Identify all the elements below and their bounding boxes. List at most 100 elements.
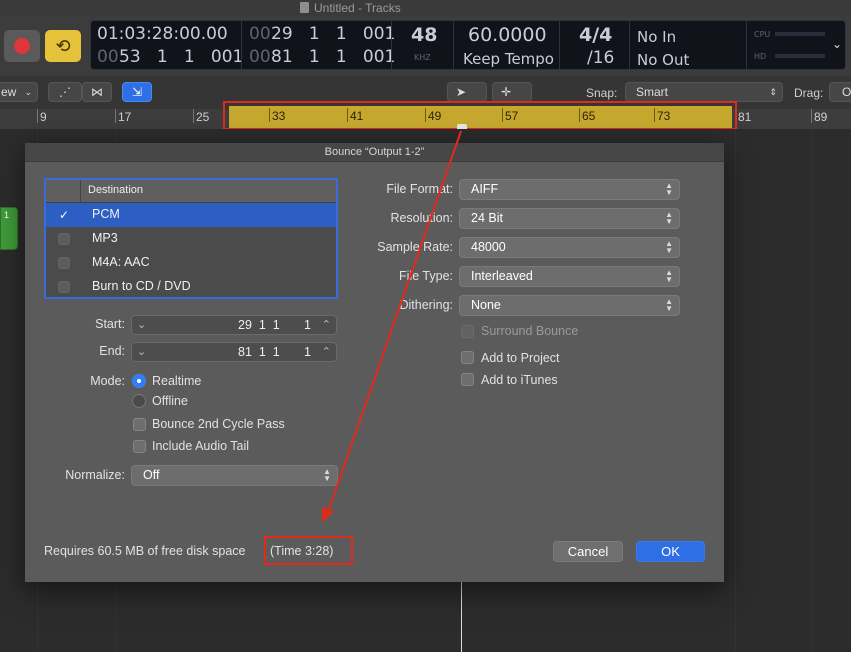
flex-icon: ⋈ — [91, 85, 103, 99]
snap-value: Smart — [636, 85, 669, 99]
ruler-tick — [115, 109, 116, 123]
destination-row-pcm[interactable]: ✓ PCM — [46, 203, 336, 227]
mode-label: Mode: — [90, 374, 125, 388]
tempo-display: 60.0000 — [468, 24, 547, 46]
offline-radio[interactable] — [132, 394, 146, 408]
dithering-select[interactable]: None ▲ ▼ — [459, 295, 680, 316]
pcm-checkbox[interactable]: ✓ — [58, 209, 70, 221]
chevron-down-icon: ⌄ — [137, 346, 147, 358]
hd-meter — [775, 54, 825, 58]
include-audio-tail-checkbox[interactable] — [133, 440, 146, 453]
cycle-icon: ⟲ — [55, 36, 71, 56]
snap-select[interactable]: Smart ⇕ — [625, 82, 783, 102]
tempo-mode: Keep Tempo — [463, 50, 554, 68]
lcd-display[interactable]: 01:03:28:00.00 00 53 1 1 001 00 29 1 1 0… — [90, 20, 846, 70]
automation-button[interactable]: ⋰ — [48, 82, 82, 102]
ruler-tick — [37, 109, 38, 123]
normalize-label: Normalize: — [65, 468, 125, 482]
file-type-select[interactable]: Interleaved ▲ ▼ — [459, 266, 680, 287]
destination-header: Destination — [46, 180, 336, 203]
sample-rate-display: 48 — [411, 24, 438, 46]
destination-name: MP3 — [92, 231, 118, 245]
drag-value: O — [842, 85, 851, 99]
file-format-label: File Format: — [386, 182, 453, 196]
bounce-2nd-cycle-checkbox[interactable] — [133, 418, 146, 431]
window-titlebar: Untitled - Tracks — [0, 0, 851, 16]
destination-row-mp3[interactable]: MP3 — [46, 227, 336, 251]
end-value: 81 1 1 1 — [238, 345, 311, 359]
sample-rate-value: 48000 — [471, 240, 506, 254]
grid-line — [735, 129, 736, 652]
time-signature: 4/4 — [579, 24, 613, 46]
disk-space-text: Requires 60.5 MB of free disk space — [44, 544, 246, 558]
destination-row-burn[interactable]: Burn to CD / DVD — [46, 275, 336, 299]
time-division: /16 — [587, 48, 615, 68]
resolution-select[interactable]: 24 Bit ▲ ▼ — [459, 208, 680, 229]
destination-row-aac[interactable]: M4A: AAC — [46, 251, 336, 275]
ok-button[interactable]: OK — [636, 541, 705, 562]
pointer-tool-menu[interactable]: ➤ — [447, 82, 487, 102]
include-audio-tail-label: Include Audio Tail — [152, 439, 250, 453]
sample-rate-select[interactable]: 48000 ▲ ▼ — [459, 237, 680, 258]
mp3-checkbox[interactable] — [58, 233, 70, 245]
destination-name: PCM — [92, 207, 120, 221]
midi-out: No Out — [637, 51, 690, 69]
chevron-down-icon: ⌄ — [137, 319, 147, 331]
position-time: 01:03:28:00.00 — [97, 24, 228, 44]
resolution-value: 24 Bit — [471, 211, 503, 225]
flex-button[interactable]: ⋈ — [82, 82, 112, 102]
realtime-radio[interactable] — [132, 374, 146, 388]
midi-in: No In — [637, 28, 677, 46]
offline-label: Offline — [152, 394, 188, 408]
normalize-value: Off — [143, 468, 160, 482]
cycle-end-prefix: 00 — [249, 47, 271, 67]
record-button[interactable] — [4, 30, 40, 62]
playhead-line — [461, 582, 462, 652]
lcd-divider — [391, 21, 392, 69]
surround-bounce-checkbox[interactable] — [461, 325, 474, 338]
cycle-button[interactable]: ⟲ — [45, 30, 81, 62]
window-title: Untitled - Tracks — [314, 1, 401, 15]
updown-arrows-icon: ▲ ▼ — [323, 467, 331, 483]
updown-arrows-icon: ⇕ — [769, 87, 777, 97]
ruler-bar-number: 17 — [118, 110, 132, 124]
catch-button[interactable]: ⇲ — [122, 82, 152, 102]
file-format-select[interactable]: AIFF ▲ ▼ — [459, 179, 680, 200]
add-to-itunes-checkbox[interactable] — [461, 373, 474, 386]
ruler-tick — [193, 109, 194, 123]
cancel-button[interactable]: Cancel — [553, 541, 623, 562]
chevron-up-icon: ⌃ — [321, 319, 331, 331]
aac-checkbox[interactable] — [58, 257, 70, 269]
destination-table[interactable]: Destination ✓ PCM MP3 M4A: AAC Burn to C… — [44, 178, 338, 299]
bounce-2nd-cycle-label: Bounce 2nd Cycle Pass — [152, 417, 285, 431]
end-position-field[interactable]: ⌄ 81 1 1 1 ⌃ — [131, 342, 337, 362]
destination-name: Burn to CD / DVD — [92, 279, 191, 293]
crosshair-icon: ✛ — [501, 85, 512, 99]
document-icon — [300, 2, 309, 13]
end-label: End: — [99, 344, 125, 358]
file-format-value: AIFF — [471, 182, 499, 196]
updown-arrows-icon: ▲ ▼ — [665, 239, 673, 255]
start-position-field[interactable]: ⌄ 29 1 1 1 ⌃ — [131, 315, 337, 335]
view-menu[interactable]: ew ⌄ — [0, 82, 38, 102]
region-marker: 1 — [4, 210, 10, 220]
snap-label: Snap: — [586, 86, 618, 100]
audio-region[interactable]: 1 — [0, 207, 18, 250]
updown-arrows-icon: ▲ ▼ — [665, 181, 673, 197]
window-title-group: Untitled - Tracks — [300, 0, 560, 16]
cpu-meter — [775, 32, 825, 36]
burn-checkbox[interactable] — [58, 281, 70, 293]
lcd-menu-chevron-icon[interactable]: ⌄ — [832, 37, 842, 51]
add-to-project-checkbox[interactable] — [461, 351, 474, 364]
position-bars: 53 1 1 001 — [119, 47, 244, 67]
cycle-start: 29 1 1 001 — [271, 24, 396, 44]
drag-select[interactable]: O — [829, 82, 851, 102]
marquee-tool-menu[interactable]: ✛ — [492, 82, 532, 102]
grid-line — [811, 129, 812, 652]
lcd-divider — [241, 21, 242, 69]
start-value: 29 1 1 1 — [238, 318, 311, 332]
updown-arrows-icon: ▲ ▼ — [665, 297, 673, 313]
ruler-tick — [811, 109, 812, 123]
start-label: Start: — [95, 317, 125, 331]
normalize-select[interactable]: Off ▲ ▼ — [131, 465, 338, 486]
